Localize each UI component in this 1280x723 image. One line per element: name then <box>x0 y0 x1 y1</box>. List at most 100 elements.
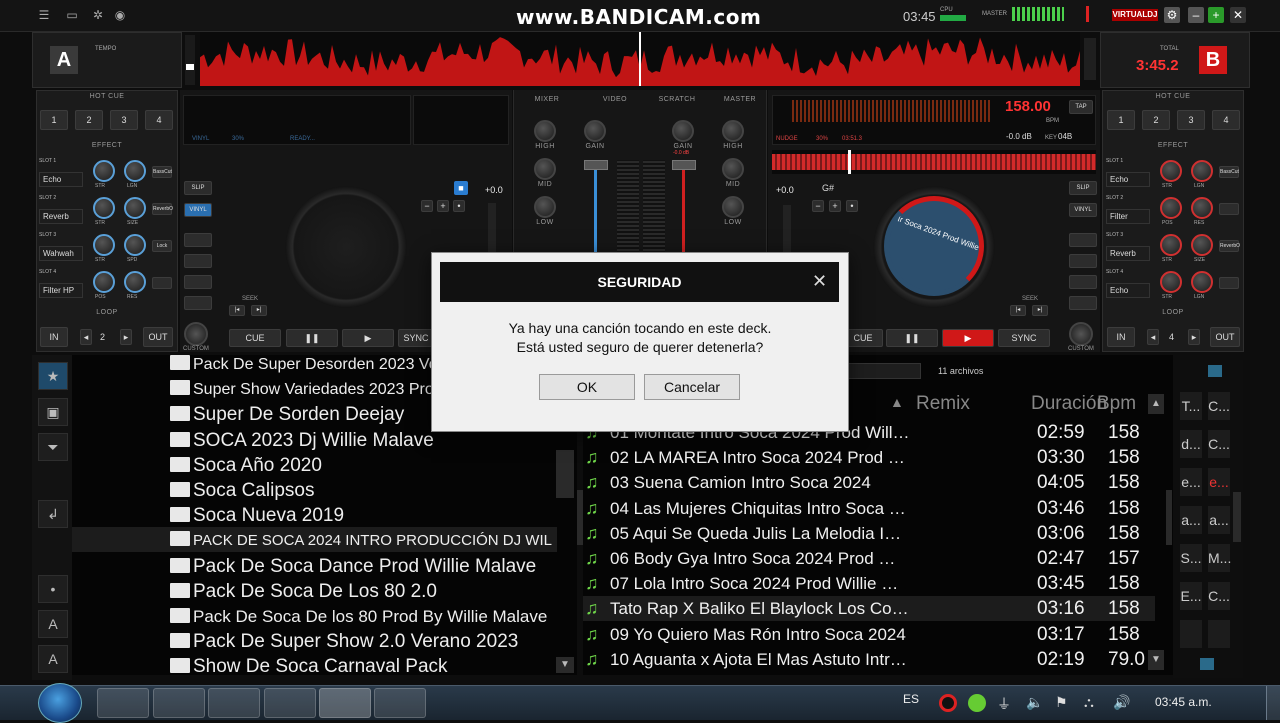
deck-a-slot-3-knob-1[interactable] <box>93 234 115 256</box>
waveform-overview[interactable] <box>200 32 1080 86</box>
deck-b-loop-out[interactable]: OUT <box>1210 327 1240 347</box>
deck-b-slot-3-knob-2[interactable] <box>1191 234 1213 256</box>
deck-a-pause-button[interactable]: ❚❚ <box>286 329 338 347</box>
deck-a-pitch-minus[interactable]: − <box>421 200 433 212</box>
deck-b-slot-4-knob-2[interactable] <box>1191 271 1213 293</box>
tray-record-icon[interactable] <box>939 694 957 712</box>
deck-a-pitch-plus[interactable]: + <box>437 200 449 212</box>
deck-b-pad-2[interactable] <box>1069 254 1097 268</box>
deck-b-loop-next[interactable]: ▸ <box>1188 329 1200 345</box>
deck-a-slot-1-select[interactable]: Echo <box>39 172 83 187</box>
deck-b-cue-button[interactable]: CUE <box>843 329 883 347</box>
song-row[interactable]: ♫ 04 Las Mujeres Chiquitas Intro Soca 20… <box>585 496 1155 521</box>
column-bpm[interactable]: Bpm <box>1097 393 1136 415</box>
deck-b-hotcue-4[interactable]: 4 <box>1212 110 1240 130</box>
song-row[interactable]: ♫ 10 Aguanta x Ajota El Mas Astuto Intro… <box>585 647 1155 672</box>
side-tag-empty-1[interactable] <box>1180 620 1202 648</box>
deck-b-slot-1-knob-2[interactable] <box>1191 160 1213 182</box>
side-tag[interactable]: S... <box>1180 544 1202 572</box>
deck-b-seek-back[interactable]: |◂ <box>1010 305 1026 316</box>
deck-a-hotcue-3[interactable]: 3 <box>110 110 138 130</box>
deck-b-slot-2-knob-2[interactable] <box>1191 197 1213 219</box>
gain-a-knob[interactable] <box>584 120 606 142</box>
font-size-up-icon[interactable]: A <box>38 610 68 638</box>
deck-a-pad-2[interactable] <box>184 254 212 268</box>
tray-volume-icon[interactable]: 🔈 <box>1026 694 1043 711</box>
taskbar-explorer-icon[interactable] <box>97 688 149 718</box>
side-tag[interactable]: a... <box>1180 506 1202 534</box>
language-indicator[interactable]: ES <box>903 692 919 706</box>
side-tag[interactable]: e... <box>1180 468 1202 496</box>
menu-icon[interactable]: ☰ <box>37 9 51 21</box>
deck-b-slot-4-select[interactable]: Echo <box>1106 283 1150 298</box>
taskbar-bandicam-icon[interactable] <box>374 688 426 718</box>
side-tag-empty-2[interactable] <box>1208 620 1230 648</box>
deck-a-slot-1-knob-2[interactable] <box>124 160 146 182</box>
deck-a-slot-4-knob-2[interactable] <box>124 271 146 293</box>
song-row[interactable]: ♫ 02 LA MAREA Intro Soca 2024 Prod Willi… <box>585 445 1155 470</box>
deck-b-pause-button[interactable]: ❚❚ <box>886 329 938 347</box>
eq-high-b-knob[interactable] <box>722 120 744 142</box>
song-row[interactable]: ♫ 03 Suena Camion Intro Soca 2024 04:05 … <box>585 470 1155 495</box>
sort-up-icon[interactable]: ▲ <box>890 394 904 410</box>
deck-b-slot-2-side-button[interactable] <box>1219 203 1239 215</box>
column-remix[interactable]: Remix <box>916 393 970 415</box>
deck-a-slot-4-side-button[interactable] <box>152 277 172 289</box>
deck-a-pad-4[interactable] <box>184 296 212 310</box>
side-tag[interactable]: e... <box>1208 468 1230 496</box>
deck-a-slot-2-side-button[interactable]: ReverbO <box>152 203 173 215</box>
tray-flag-icon[interactable]: ⚑ <box>1055 694 1068 711</box>
deck-a-hotcue-4[interactable]: 4 <box>145 110 173 130</box>
side-tag[interactable]: C... <box>1208 582 1230 610</box>
font-size-down-icon[interactable]: A <box>38 645 68 673</box>
song-scroll-down[interactable]: ▼ <box>1148 650 1164 670</box>
tab-scratch[interactable]: SCRATCH <box>647 96 707 103</box>
eq-high-a-knob[interactable] <box>534 120 556 142</box>
deck-b-platter[interactable]: Ir Soca 2024 Prod Willie Wil <box>884 196 984 296</box>
deck-a-pad-3[interactable] <box>184 275 212 289</box>
record-dot-icon[interactable]: • <box>38 575 68 603</box>
eq-low-a-knob[interactable] <box>534 196 556 218</box>
folder-item[interactable]: Pack De Super Show 2.0 Verano 2023 <box>170 629 552 654</box>
deck-a-hotcue-1[interactable]: 1 <box>40 110 68 130</box>
sideview-splitter[interactable] <box>1233 492 1241 542</box>
deck-a-play-button[interactable]: ▶ <box>342 329 394 347</box>
sideview-grid-icon[interactable] <box>1208 365 1222 377</box>
deck-a-lock-icon[interactable]: ■ <box>454 181 468 195</box>
column-duration[interactable]: Duración <box>1031 393 1107 415</box>
deck-b-seek-fwd[interactable]: ▸| <box>1032 305 1048 316</box>
deck-b-scratch-wave[interactable] <box>772 150 1096 174</box>
volume-fader-a[interactable] <box>584 160 608 170</box>
folder-item[interactable]: Pack De Soca Dance Prod Willie Malave <box>170 554 552 579</box>
deck-a-pad-1[interactable] <box>184 233 212 247</box>
deck-b-hotcue-2[interactable]: 2 <box>1142 110 1170 130</box>
folder-item[interactable]: Show De Soca Carnaval Pack <box>170 654 552 679</box>
show-desktop-button[interactable] <box>1266 686 1280 720</box>
dialog-ok-button[interactable]: OK <box>539 374 635 400</box>
tab-master[interactable]: MASTER <box>710 96 770 103</box>
deck-b-slot-4-side-button[interactable] <box>1219 277 1239 289</box>
minimize-button[interactable]: – <box>1188 7 1204 23</box>
deck-b-slot-1-knob-1[interactable] <box>1160 160 1182 182</box>
folder-item[interactable]: Soca Calipsos <box>170 478 552 503</box>
monitor-icon[interactable]: ▭ <box>65 9 79 21</box>
folder-item[interactable]: Pack De Soca De Los 80 2.0 <box>170 579 552 604</box>
deck-b-slot-4-knob-1[interactable] <box>1160 271 1182 293</box>
config-button[interactable]: ⚙ <box>1164 7 1180 23</box>
taskbar-media-player-icon[interactable] <box>153 688 205 718</box>
deck-a-loop-prev[interactable]: ◂ <box>80 329 92 345</box>
deck-a-slot-2-knob-1[interactable] <box>93 197 115 219</box>
deck-b-pitch-minus[interactable]: − <box>812 200 824 212</box>
folder-item[interactable]: Pack De Soca De los 80 Prod By Willie Ma… <box>170 604 552 629</box>
side-tag[interactable]: a... <box>1208 506 1230 534</box>
deck-b-custom-knob[interactable] <box>1069 322 1093 346</box>
deck-b-loop-prev[interactable]: ◂ <box>1147 329 1159 345</box>
maximize-button[interactable]: + <box>1208 7 1224 23</box>
dialog-close-icon[interactable]: ✕ <box>812 271 827 292</box>
deck-a-loop-out[interactable]: OUT <box>143 327 173 347</box>
sideview-list-icon[interactable] <box>1200 658 1214 670</box>
side-tag[interactable]: C... <box>1208 392 1230 420</box>
deck-a-slot-2-knob-2[interactable] <box>124 197 146 219</box>
deck-b-vinyl-button[interactable]: VINYL <box>1069 203 1097 217</box>
song-row[interactable]: ♫ 05 Aqui Se Queda Julis La Melodia Intr… <box>585 521 1155 546</box>
